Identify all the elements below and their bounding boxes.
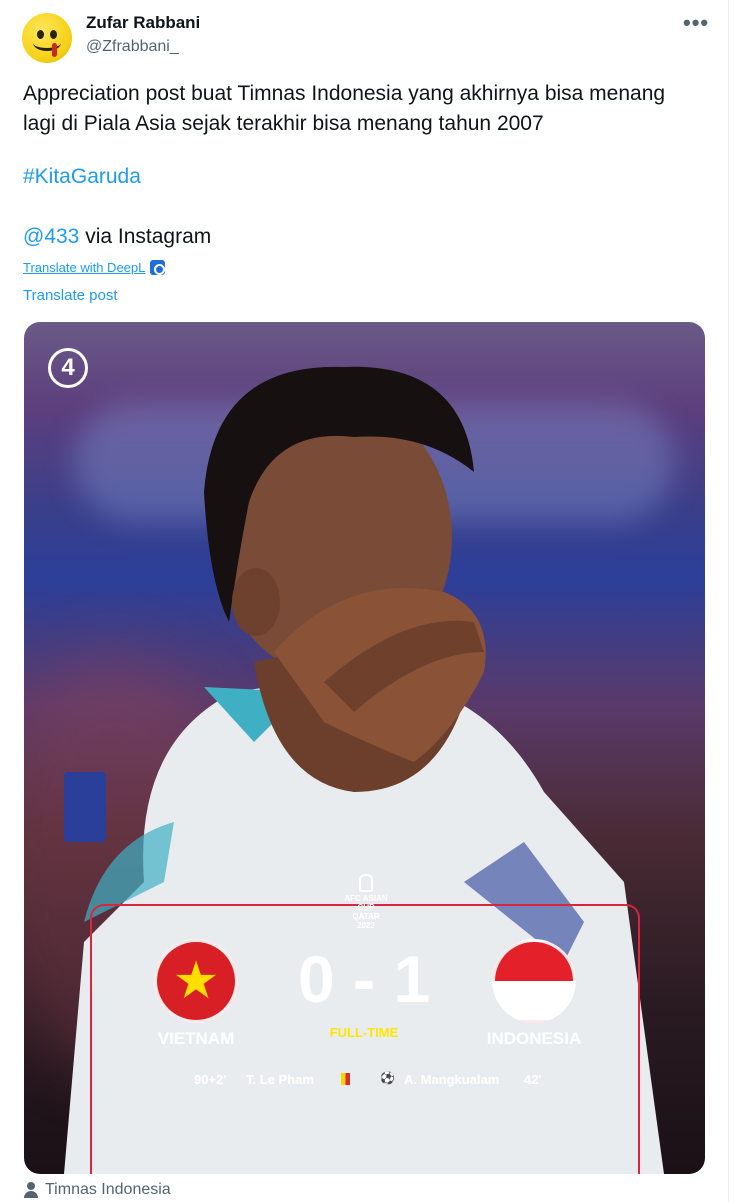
home-score: 0 [297,942,335,1016]
tweet-text: Appreciation post buat Timnas Indonesia … [23,82,666,135]
avatar-drip [52,43,57,57]
match-status: FULL-TIME [329,1025,399,1040]
away-event-player: A. Mangkualam [404,1072,500,1087]
afc-asian-cup-logo: AFC ASIAN CUP QATAR 2023 [344,874,388,930]
timeline-border [728,0,729,1202]
home-team-name: VIETNAM [157,1029,235,1048]
away-event-minute: 42' [524,1072,542,1087]
account-badge: 4 [48,348,88,388]
deepl-label: Translate with DeepL [23,260,146,275]
away-team-name: INDONESIA [486,1029,582,1048]
trophy-icon [359,874,373,892]
away-score: 1 [393,942,431,1016]
tweet-media-image[interactable]: 4 AFC ASIAN CUP QATAR 2023 ★ 0 - 1 VIETN… [24,322,705,1174]
author-name[interactable]: Zufar Rabbani [86,13,200,33]
score-separator: - [353,942,375,1016]
home-event-minute: 90+2' [194,1072,227,1087]
avatar[interactable] [22,13,72,63]
via-line: @433 via Instagram [23,225,211,249]
ball-icon: ⚽ [380,1071,395,1085]
vietnam-flag-icon: ★ [154,939,238,1023]
match-score: 0 - 1 [268,944,460,1014]
afc-logo-text: AFC ASIAN CUP QATAR 2023 [344,894,388,930]
person-icon [24,1182,38,1198]
mention-link[interactable]: @433 [23,225,79,248]
author-handle[interactable]: @Zfrabbani_ [86,38,179,56]
media-tag-label: Timnas Indonesia [45,1181,171,1198]
card-icon [341,1073,350,1085]
home-event-player: T. Le Pham [246,1072,314,1087]
star-icon: ★ [172,952,220,1010]
hashtag-link[interactable]: #KitaGaruda [23,165,141,189]
media-tag[interactable]: Timnas Indonesia [24,1181,171,1199]
via-text: via Instagram [79,225,212,248]
deepl-icon [150,260,166,275]
indonesia-flag-icon [492,939,576,1023]
translate-deepl-link[interactable]: Translate with DeepL [23,260,166,275]
more-horizontal-icon[interactable]: ••• [683,10,709,36]
translate-post-link[interactable]: Translate post [23,287,118,304]
